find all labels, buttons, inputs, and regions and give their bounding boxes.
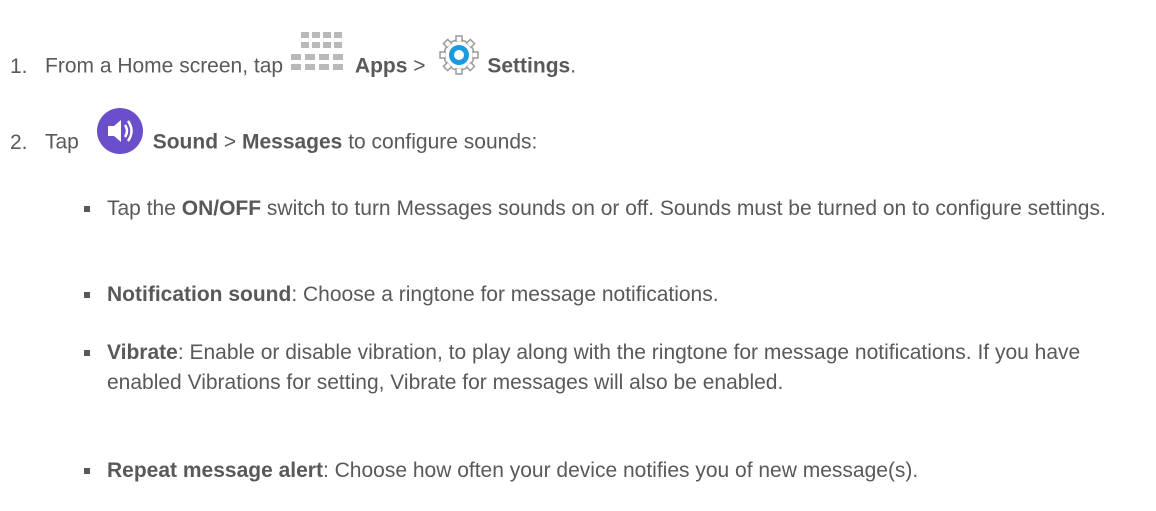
list-item: Notification sound: Choose a ringtone fo… (84, 280, 1134, 310)
apps-label: Apps (354, 54, 408, 78)
bullet-text: : Choose a ringtone for message notifica… (291, 283, 719, 306)
bullet-text: Tap the (107, 197, 182, 220)
separator: > (218, 130, 242, 154)
bullet-square (84, 292, 90, 298)
list-item: Repeat message alert: Choose how often y… (84, 456, 1134, 486)
step-text: From a Home screen, tap (45, 54, 289, 78)
separator: > (407, 54, 432, 78)
apps-grid-icon (290, 32, 351, 78)
messages-label: Messages (241, 130, 343, 154)
bullet-text: : Enable or disable vibration, to play a… (107, 341, 1081, 394)
bullet-square (84, 468, 90, 474)
bullet-text: : Choose how often your device notifies … (322, 459, 919, 482)
step-text: Tap (45, 130, 85, 154)
bullet-term: ON/OFF (181, 197, 262, 220)
step-text-end: to configure sounds: (342, 130, 538, 154)
settings-label: Settings (487, 54, 571, 78)
list-item: Tap the ON/OFF switch to turn Messages s… (84, 194, 1134, 224)
step-text-end: . (570, 54, 577, 78)
bullet-text: switch to turn Messages sounds on or off… (261, 197, 1106, 220)
step-1: 1. From a Home screen, tap Apps > Settin… (10, 32, 577, 90)
step-2: 2. Tap Sound > Messages to configure soun… (10, 108, 538, 168)
bullet-square (84, 206, 90, 212)
speaker-icon (95, 106, 145, 156)
step-number: 1. (10, 54, 28, 78)
bullet-square (84, 350, 90, 356)
bullet-term: Repeat message alert (107, 459, 323, 482)
list-item: Vibrate: Enable or disable vibration, to… (84, 338, 1134, 398)
bullet-term: Notification sound (107, 283, 292, 306)
sound-label: Sound (152, 130, 219, 154)
step-number: 2. (10, 130, 28, 154)
gear-icon (439, 35, 480, 75)
bullet-term: Vibrate (107, 341, 178, 364)
